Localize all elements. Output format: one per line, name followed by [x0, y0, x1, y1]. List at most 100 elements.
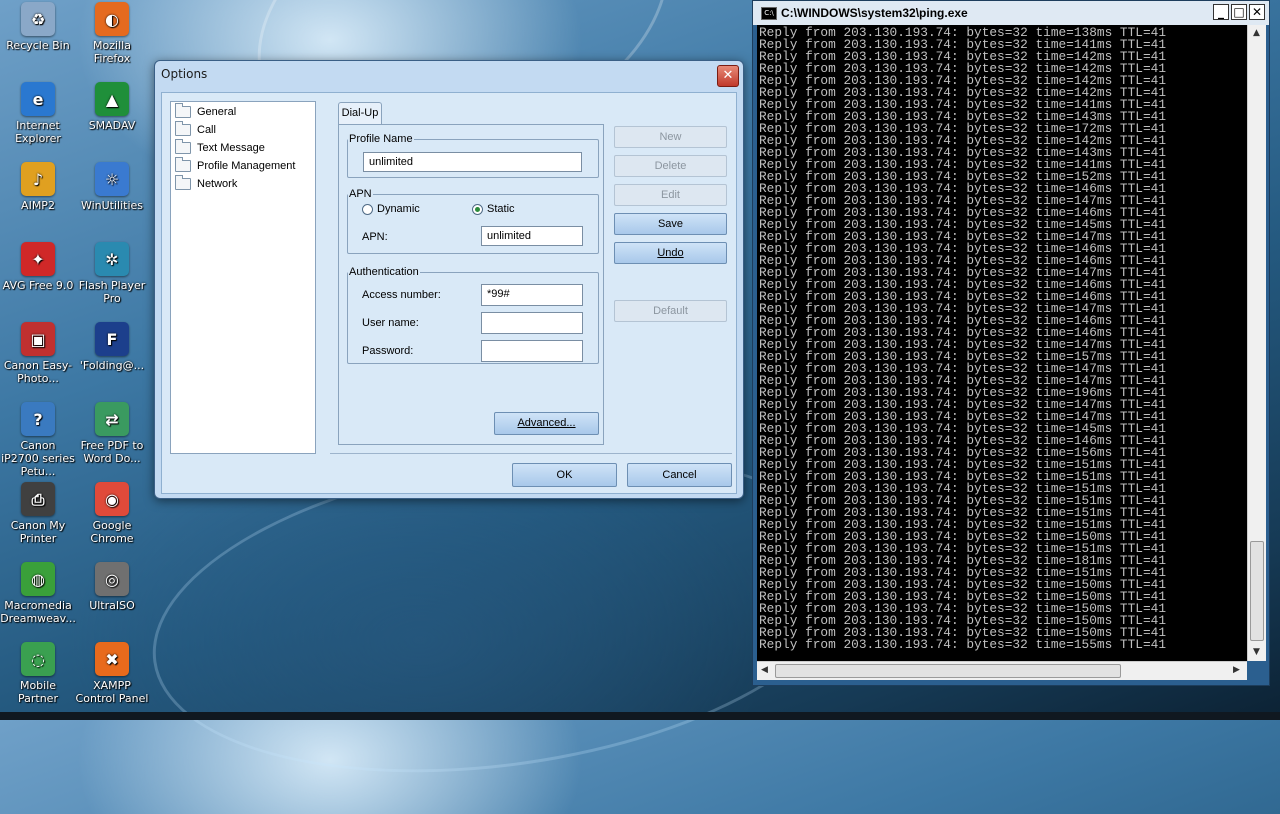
desktop-icon-label: Free PDF to Word Do... — [80, 439, 144, 465]
minimize-button[interactable]: _ — [1213, 4, 1229, 20]
password-field[interactable] — [481, 340, 583, 362]
desktop-icon[interactable]: ⎙ Canon My Printer — [0, 482, 76, 545]
console-close-button[interactable]: ✕ — [1249, 4, 1265, 20]
delete-button[interactable]: Delete — [614, 155, 727, 177]
console-title-bar[interactable]: C:\ C:\WINDOWS\system32\ping.exe _ □ ✕ — [753, 1, 1269, 25]
desktop-icon-label: 'Folding@... — [79, 359, 145, 372]
close-button[interactable]: ✕ — [717, 65, 739, 87]
desktop-icon-label: Mobile Partner — [18, 679, 58, 705]
profile-name-field[interactable]: unlimited — [363, 152, 582, 172]
desktop-icon-label: Mozilla Firefox — [93, 39, 131, 65]
desktop-icon[interactable]: ✖ XAMPP Control Panel — [74, 642, 150, 705]
tree-item-text-message[interactable]: Text Message — [175, 139, 265, 156]
desktop-icon[interactable]: ▲ SMADAV — [74, 82, 150, 132]
new-button[interactable]: New — [614, 126, 727, 148]
options-tree: General Call Text Message Profile Manage… — [170, 101, 316, 454]
vertical-scrollbar[interactable]: ▲ ▼ — [1247, 25, 1266, 661]
desktop-icon[interactable]: e Internet Explorer — [0, 82, 76, 145]
desktop-icon-label: WinUtilities — [80, 199, 144, 212]
desktop-icon[interactable]: ◌ Mobile Partner — [0, 642, 76, 705]
internet-explorer-icon: e — [21, 82, 55, 116]
taskbar[interactable] — [0, 712, 1280, 720]
horizontal-scrollbar[interactable]: ◀ ▶ — [757, 661, 1247, 680]
vertical-scroll-thumb[interactable] — [1250, 541, 1264, 641]
desktop-icon[interactable]: ♻ Recycle Bin — [0, 2, 76, 52]
scroll-left-icon[interactable]: ◀ — [761, 665, 768, 675]
desktop-icon[interactable]: ◐ Mozilla Firefox — [74, 2, 150, 65]
tree-item-profile-management[interactable]: Profile Management — [175, 157, 295, 174]
desktop-icon-label: Canon My Printer — [10, 519, 66, 545]
authentication-group: Authentication Access number: *99# User … — [347, 266, 599, 364]
password-label: Password: — [362, 345, 414, 357]
desktop-icon-label: Macromedia Dreamweav... — [0, 599, 76, 625]
advanced-button[interactable]: Advanced... — [494, 412, 599, 435]
avg-icon: ✦ — [21, 242, 55, 276]
desktop-icon-label: Canon Easy-Photo... — [3, 359, 73, 385]
access-number-field[interactable]: *99# — [481, 284, 583, 306]
apn-field[interactable]: unlimited — [481, 226, 583, 246]
aimp-icon: ♪ — [21, 162, 55, 196]
apn-group: APN Dynamic Static APN: unlimited — [347, 188, 599, 254]
desktop-icon-label: Flash Player Pro — [78, 279, 146, 305]
scroll-up-icon[interactable]: ▲ — [1253, 28, 1260, 38]
dialog-body: General Call Text Message Profile Manage… — [161, 92, 737, 494]
desktop-icon-label: Canon iP2700 series Petu... — [1, 439, 75, 478]
folder-icon — [175, 121, 191, 136]
authentication-legend: Authentication — [349, 266, 419, 278]
chrome-icon: ◉ — [95, 482, 129, 516]
desktop-icon[interactable]: ◉ Google Chrome — [74, 482, 150, 545]
winutilities-icon: ☼ — [95, 162, 129, 196]
radio-icon — [362, 203, 373, 215]
folder-icon — [175, 103, 191, 118]
ping-output-lines: Reply from 203.130.193.74: bytes=32 time… — [759, 25, 1167, 652]
mobile-partner-icon: ◌ — [21, 642, 55, 676]
desktop-icon[interactable]: ⇄ Free PDF to Word Do... — [74, 402, 150, 465]
desktop-icon[interactable]: ☼ WinUtilities — [74, 162, 150, 212]
profile-name-group: Profile Name unlimited — [347, 133, 599, 178]
save-button[interactable]: Save — [614, 213, 727, 235]
folder-icon — [175, 157, 191, 172]
desktop-icon[interactable]: F 'Folding@... — [74, 322, 150, 372]
close-icon: ✕ — [1251, 5, 1263, 19]
desktop-icon[interactable]: ✦ AVG Free 9.0 — [0, 242, 76, 292]
folding-home-icon: F — [95, 322, 129, 356]
default-button[interactable]: Default — [614, 300, 727, 322]
maximize-button[interactable]: □ — [1231, 4, 1247, 20]
desktop-icon[interactable]: ▣ Canon Easy-Photo... — [0, 322, 76, 385]
apn-legend: APN — [349, 188, 372, 200]
desktop-icon[interactable]: ◍ Macromedia Dreamweav... — [0, 562, 76, 625]
console-title: C:\WINDOWS\system32\ping.exe — [781, 6, 968, 20]
desktop-icon[interactable]: ? Canon iP2700 series Petu... — [0, 402, 76, 478]
static-radio[interactable]: Static — [472, 203, 515, 215]
console-icon: C:\ — [761, 7, 777, 20]
recycle-bin-icon: ♻ — [21, 2, 55, 36]
ultraiso-icon: ◎ — [95, 562, 129, 596]
scroll-down-icon[interactable]: ▼ — [1253, 647, 1260, 657]
canon-ip2700-icon: ? — [21, 402, 55, 436]
tab-dial-up[interactable]: Dial-Up — [338, 102, 382, 125]
tree-item-general[interactable]: General — [175, 103, 236, 120]
desktop-icon-label: AVG Free 9.0 — [2, 279, 74, 292]
profile-name-legend: Profile Name — [349, 133, 413, 145]
horizontal-scroll-thumb[interactable] — [775, 664, 1121, 678]
dialog-title: Options — [161, 67, 208, 81]
folder-icon — [175, 175, 191, 190]
desktop-icon[interactable]: ◎ UltraISO — [74, 562, 150, 612]
flash-player-icon: ✲ — [95, 242, 129, 276]
cancel-button[interactable]: Cancel — [627, 463, 732, 487]
dynamic-radio[interactable]: Dynamic — [362, 203, 420, 215]
edit-button[interactable]: Edit — [614, 184, 727, 206]
undo-button[interactable]: Undo — [614, 242, 727, 264]
firefox-icon: ◐ — [95, 2, 129, 36]
user-name-label: User name: — [362, 317, 419, 329]
scroll-right-icon[interactable]: ▶ — [1233, 665, 1240, 675]
ok-button[interactable]: OK — [512, 463, 617, 487]
divider — [330, 453, 732, 454]
user-name-field[interactable] — [481, 312, 583, 334]
desktop-icon[interactable]: ♪ AIMP2 — [0, 162, 76, 212]
smadav-icon: ▲ — [95, 82, 129, 116]
dreamweaver-icon: ◍ — [21, 562, 55, 596]
desktop-icon[interactable]: ✲ Flash Player Pro — [74, 242, 150, 305]
tree-item-call[interactable]: Call — [175, 121, 216, 138]
tree-item-network[interactable]: Network — [175, 175, 237, 192]
